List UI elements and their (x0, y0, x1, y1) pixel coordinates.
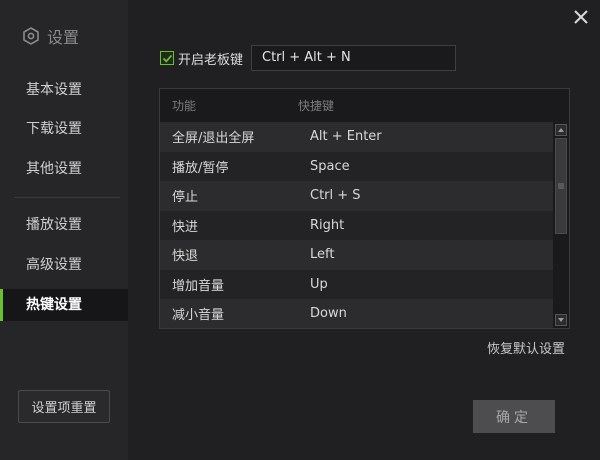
table-row[interactable]: 增加音量 Up (160, 269, 553, 299)
row-function: 停止 (172, 190, 199, 206)
table-row[interactable]: 全屏/退出全屏 Alt + Enter (160, 122, 553, 152)
sidebar-item-hotkeys[interactable]: 热键设置 (0, 289, 128, 321)
boss-key-row: 开启老板键 Ctrl + Alt + N (160, 45, 456, 71)
gear-icon (23, 27, 39, 45)
sidebar: 设置 基本设置 下载设置 其他设置 播放设置 高级设置 热键设置 设置项重置 (0, 0, 128, 460)
row-function: 快进 (172, 219, 199, 235)
boss-key-input[interactable]: Ctrl + Alt + N (251, 45, 456, 71)
row-shortcut: Alt + Enter (310, 129, 382, 145)
settings-window: 设置 基本设置 下载设置 其他设置 播放设置 高级设置 热键设置 设置项重置 开… (0, 0, 600, 460)
scroll-down-arrow-icon[interactable] (555, 314, 567, 326)
table-row[interactable]: 播放/暂停 Space (160, 151, 553, 181)
row-function: 减小音量 (172, 308, 225, 324)
table-row[interactable]: 减小音量 Down (160, 299, 553, 328)
table-row[interactable]: 快进 Right (160, 210, 553, 240)
table-scrollbar[interactable] (553, 122, 569, 328)
row-shortcut: Up (310, 276, 328, 292)
column-header-function: 功能 (172, 98, 197, 113)
row-shortcut: Left (310, 247, 335, 263)
sidebar-item-download[interactable]: 下载设置 (0, 113, 128, 145)
sidebar-item-advanced[interactable]: 高级设置 (0, 249, 128, 281)
sidebar-item-playback[interactable]: 播放设置 (0, 209, 128, 241)
row-shortcut: Down (310, 306, 347, 322)
hotkey-rows: 全屏/退出全屏 Alt + Enter 播放/暂停 Space 停止 Ctrl … (160, 122, 553, 328)
row-shortcut: Right (310, 217, 345, 233)
row-function: 快退 (172, 249, 199, 265)
sidebar-item-other[interactable]: 其他设置 (0, 153, 128, 185)
ok-button[interactable]: 确定 (473, 400, 555, 433)
row-shortcut: Ctrl + S (310, 188, 361, 204)
checkmark-icon (162, 54, 172, 63)
column-header-shortcut: 快捷键 (298, 98, 335, 113)
row-function: 全屏/退出全屏 (172, 131, 255, 147)
reset-settings-button[interactable]: 设置项重置 (18, 390, 110, 423)
row-function: 播放/暂停 (172, 160, 229, 176)
scroll-up-arrow-icon[interactable] (555, 124, 567, 136)
sidebar-title: 设置 (22, 26, 80, 47)
boss-key-label: 开启老板键 (178, 52, 244, 68)
close-icon[interactable] (572, 8, 590, 26)
boss-key-checkbox[interactable] (160, 51, 174, 65)
table-row[interactable]: 停止 Ctrl + S (160, 181, 553, 211)
sidebar-item-basic[interactable]: 基本设置 (0, 74, 128, 106)
table-header: 功能 快捷键 (160, 89, 569, 121)
hotkey-table: 功能 快捷键 全屏/退出全屏 Alt + Enter 播放/暂停 Space 停… (159, 88, 570, 329)
scroll-thumb[interactable] (555, 138, 567, 234)
sidebar-divider (14, 197, 120, 198)
grip-icon (558, 183, 564, 189)
restore-defaults-link[interactable]: 恢复默认设置 (487, 338, 565, 357)
sidebar-title-text: 设置 (47, 28, 80, 47)
row-shortcut: Space (310, 158, 350, 174)
row-function: 增加音量 (172, 278, 225, 294)
table-row[interactable]: 快退 Left (160, 240, 553, 270)
